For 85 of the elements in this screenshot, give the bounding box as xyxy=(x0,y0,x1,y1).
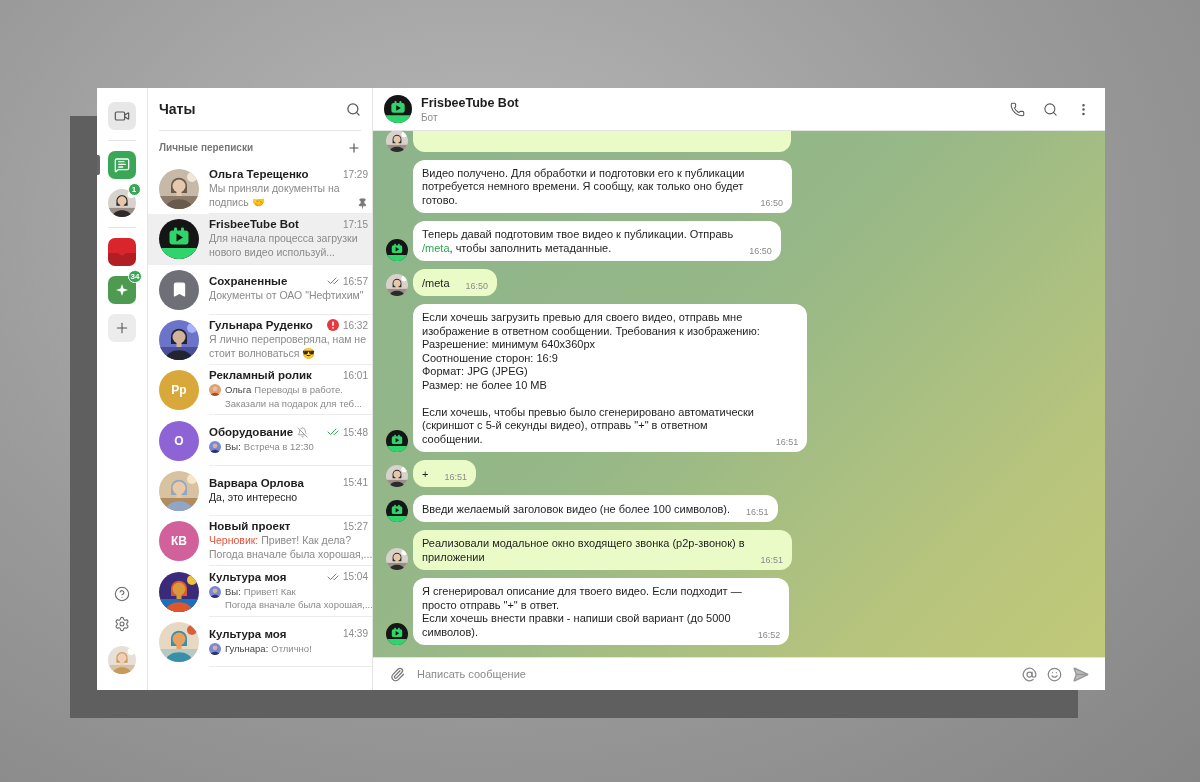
chat-name: Новый проект xyxy=(209,520,291,533)
unread-badge: 1 xyxy=(127,183,141,196)
avatar: О xyxy=(159,420,199,461)
chat-name: Ольга Терещенко xyxy=(209,168,309,181)
app-logo-icon xyxy=(108,253,136,266)
emoji-icon[interactable] xyxy=(1047,666,1062,682)
message-time: 16:51 xyxy=(444,472,467,482)
message-text: /meta xyxy=(422,276,450,290)
message-time: 16:51 xyxy=(775,437,799,447)
add-chat-icon[interactable] xyxy=(347,140,361,155)
search-icon[interactable] xyxy=(346,101,361,117)
message-time: 16:50 xyxy=(749,246,772,256)
contact-button[interactable] xyxy=(108,189,136,217)
attach-icon[interactable] xyxy=(390,666,405,682)
chat-item[interactable]: Рр Рекламный ролик 16:01 Ольга Переводы в работе. Заказали на подарок для теб... xyxy=(148,365,372,416)
chat-name: Оборудование xyxy=(209,426,294,439)
chat-name: Рекламный ролик xyxy=(209,369,312,382)
message-text: Я сгенерировал описание для твоего видео. Если подходит — просто отправь "+" в ответ. Если хочешь внести правки - напиши свой вариант (до 5000 символов). xyxy=(422,585,742,639)
message-preview: Для начала процесса загрузки нового видео используй... xyxy=(209,232,359,260)
message-preview: Мы приняли документы на подпись 🤝 xyxy=(209,182,341,210)
avatar: КВ xyxy=(159,521,199,562)
chat-item[interactable]: Варвара Орлова 15:41 Да, это интересно xyxy=(148,465,372,517)
chat-item[interactable]: КВ Новый проект 15:27 Черновик: Привет! Как дела? Погода вначале была хорошая,... xyxy=(148,516,372,567)
chat-item[interactable]: Культура моя 14:39 Гульнара: Отлично! xyxy=(148,616,372,667)
message-text: Если хочешь загрузить превью для своего видео, отправь мне изображение в ответном сообщении. Требования к изображению: Разрешение: минимум 640x360px Соотношение сторон: 16:9 Формат: JPG (JPEG) Размер: не более 10 MB Если хочешь, чтобы превью было сгенерировано автоматически (скриншот с 5-й секунды видео), отправь "+" в ответном сообщении. xyxy=(422,311,760,446)
message-time: 16:50 xyxy=(465,281,489,291)
app-button[interactable] xyxy=(108,238,136,266)
message-time: 16:51 xyxy=(746,507,769,517)
chat-time: 17:29 xyxy=(342,168,368,180)
help-icon[interactable] xyxy=(114,586,130,602)
message-text: Введи желаемый заголовок видео (не более 100 символов). xyxy=(422,502,731,516)
search-icon[interactable] xyxy=(1043,101,1058,117)
message-preview: Да, это интересно xyxy=(209,490,299,505)
tv-logo-icon xyxy=(384,95,412,123)
message-text: Теперь давай подготовим твое видео к публикации. Отправь /meta, чтобы заполнить метаданные. xyxy=(422,228,734,255)
chat-item[interactable]: Сохраненные 16:57 Документы от ОАО "Нефтихим" xyxy=(148,264,372,315)
chat-item[interactable]: О Оборудование 15:48 Вы: Встреча в 12:30 xyxy=(148,415,372,466)
video-camera-icon xyxy=(114,108,130,124)
chat-time: 17:15 xyxy=(342,218,368,230)
unread-badge: 34 xyxy=(127,270,143,283)
plus-icon xyxy=(114,320,130,336)
chat-name: FrisbeeTube Bot xyxy=(209,218,299,231)
chat-name: Культура моя xyxy=(209,570,287,583)
settings-icon[interactable] xyxy=(114,616,130,632)
mention-icon[interactable] xyxy=(1022,666,1037,682)
sparkle-icon xyxy=(116,284,128,296)
chat-item[interactable]: Культура моя 15:04 Вы: Привет! Как Погода вначале была хорошая,... xyxy=(148,566,372,617)
chat-time: 15:27 xyxy=(342,520,368,532)
message-preview: Ольга Переводы в работе. Заказали на подарок для теб... xyxy=(225,383,363,411)
add-button[interactable] xyxy=(108,314,136,342)
section-title: Личные переписки xyxy=(159,142,254,153)
chat-bubble-icon xyxy=(114,157,130,173)
message-preview: Гульнара: Отлично! xyxy=(225,641,313,656)
chat-name: Гульнара Руденко xyxy=(209,319,313,332)
chat-subtitle: Бот xyxy=(421,111,439,123)
chat-time: 15:41 xyxy=(342,477,368,489)
send-icon[interactable] xyxy=(1072,665,1089,683)
tv-logo-icon xyxy=(159,219,199,260)
message-text: + xyxy=(422,467,429,481)
chat-time: 15:48 xyxy=(342,426,368,438)
message-time: 16:52 xyxy=(757,630,781,640)
phone-icon[interactable] xyxy=(1010,101,1025,117)
chat-time: 16:01 xyxy=(342,369,368,381)
panel-title: Чаты xyxy=(159,101,196,117)
chat-title: FrisbeeTube Bot xyxy=(421,95,520,110)
message-preview: Я лично перепроверяла, нам не стоит волноваться 😎 xyxy=(209,333,367,361)
chat-time: 16:57 xyxy=(342,276,368,287)
chat-name: Сохраненные xyxy=(209,275,288,288)
message-input[interactable]: Написать сообщение xyxy=(415,667,1012,681)
message-text: Видео получено. Для обработки и подготовки его к публикации потребуется немного времени. Я сообщу, как только оно будет готово. xyxy=(422,166,745,207)
video-call-button[interactable] xyxy=(108,102,136,130)
chat-name: Культура моя xyxy=(209,627,287,640)
chat-name: Варвара Орлова xyxy=(209,476,304,489)
avatar: Рр xyxy=(159,370,199,411)
message-time: 16:51 xyxy=(760,555,784,565)
chat-item[interactable]: FrisbeeTube Bot 17:15 Для начала процесса загрузки нового видео используй... xyxy=(148,214,372,265)
message-preview: Документы от ОАО "Нефтихим" xyxy=(209,289,365,303)
chat-time: 14:39 xyxy=(342,628,368,640)
chats-button[interactable] xyxy=(108,151,136,179)
message-preview: Вы: Встреча в 12:30 xyxy=(225,440,315,454)
chat-time: 15:04 xyxy=(342,571,368,582)
message-time: 16:50 xyxy=(760,198,784,208)
chat-time: 16:32 xyxy=(342,319,368,331)
chat-item[interactable]: Гульнара Руденко 16:32 Я лично перепроверяла, нам не стоит волноваться 😎 xyxy=(148,314,372,366)
message-text: Реализовали модальное окно входящего звонка (p2p-звонок) в приложении xyxy=(422,537,745,564)
